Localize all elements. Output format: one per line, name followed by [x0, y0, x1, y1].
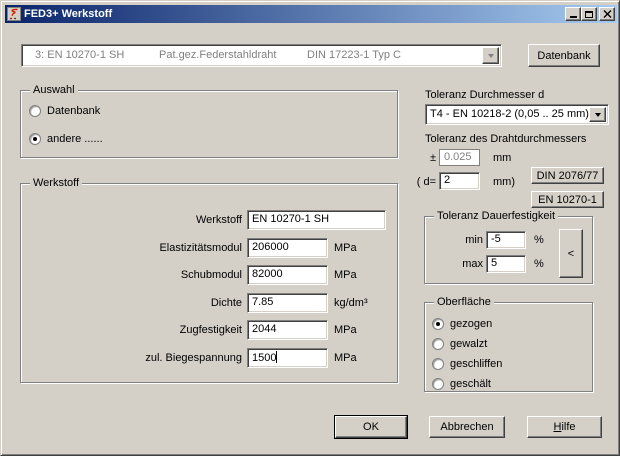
radio-icon[interactable] — [432, 378, 444, 390]
minimize-icon — [570, 16, 577, 18]
radio-label: geschliffen — [450, 358, 502, 370]
maximize-icon — [585, 11, 593, 18]
material-combo-dropdown-button[interactable] — [482, 47, 499, 64]
radio-icon[interactable] — [432, 318, 444, 330]
elastizitaetsmodul-label: Elastizitätsmodul — [27, 242, 242, 255]
werkstoff-group: Werkstoff Werkstoff EN 10270-1 SH Elasti… — [20, 183, 398, 383]
elastizitaetsmodul-input[interactable]: 206000 — [247, 238, 328, 258]
elastizitaetsmodul-unit: MPa — [334, 242, 357, 255]
oberflaeche-group: Oberfläche gezogen gewalzt geschliffen g… — [424, 302, 593, 392]
radio-option-geschaelt[interactable]: geschält — [432, 377, 491, 391]
material-combobox[interactable]: 3: EN 10270-1 SH Pat.gez.Federstahldraht… — [21, 44, 502, 67]
window-title: FED3+ Werkstoff — [24, 5, 565, 23]
en-10270-button[interactable]: EN 10270-1 — [531, 191, 604, 208]
toleranz-wert-unit: mm — [493, 152, 511, 165]
radio-icon[interactable] — [29, 105, 41, 117]
max-unit: % — [534, 258, 544, 271]
drahtdurchmesser-label: Toleranz des Drahtdurchmessers — [425, 133, 586, 146]
radio-option-andere[interactable]: andere ...... — [29, 132, 103, 146]
maximize-button[interactable] — [581, 7, 597, 21]
min-label: min — [443, 234, 483, 247]
radio-option-datenbank[interactable]: Datenbank — [29, 104, 100, 118]
chevron-down-icon — [595, 113, 601, 117]
radio-label: gezogen — [450, 318, 492, 330]
chevron-down-icon — [488, 54, 494, 58]
min-input[interactable]: -5 — [486, 231, 526, 249]
werkstoff-group-title: Werkstoff — [30, 177, 82, 190]
max-input[interactable]: 5 — [486, 255, 526, 273]
radio-icon[interactable] — [432, 338, 444, 350]
title-bar: FED3+ Werkstoff — [5, 5, 617, 23]
toleranz-combobox[interactable]: T4 - EN 10218-2 (0,05 .. 25 mm) — [425, 104, 609, 125]
dauerfestigkeit-group: Toleranz Dauerfestigkeit min -5 % max 5 … — [424, 216, 593, 284]
app-icon — [7, 7, 21, 21]
minimize-button[interactable] — [565, 7, 581, 21]
radio-label: andere ...... — [47, 133, 103, 145]
din-2076-button[interactable]: DIN 2076/77 — [531, 167, 604, 184]
ok-button-default-ring: OK — [334, 415, 408, 439]
zugfestigkeit-input[interactable]: 2044 — [247, 320, 328, 340]
cancel-button[interactable]: Abbrechen — [429, 416, 505, 438]
text-caret — [276, 351, 277, 363]
oberflaeche-group-title: Oberfläche — [434, 296, 494, 309]
dialog-window: FED3+ Werkstoff 3: EN 10270-1 SH Pat.gez… — [0, 0, 620, 456]
schubmodul-label: Schubmodul — [27, 269, 242, 282]
plusminus-sign: ± — [419, 152, 436, 165]
werkstoff-label: Werkstoff — [27, 214, 242, 227]
help-button[interactable]: Hilfe — [527, 416, 602, 438]
ok-button[interactable]: OK — [335, 416, 407, 438]
radio-option-gezogen[interactable]: gezogen — [432, 317, 492, 331]
zugfestigkeit-unit: MPa — [334, 324, 357, 337]
werkstoff-input[interactable]: EN 10270-1 SH — [247, 210, 386, 230]
toleranz-wert-input[interactable]: 0.025 — [439, 149, 480, 166]
material-combo-standard: DIN 17223-1 Typ C — [307, 49, 401, 61]
radio-label: geschält — [450, 378, 491, 390]
datenbank-button[interactable]: Datenbank — [528, 44, 600, 67]
dauerfestigkeit-group-title: Toleranz Dauerfestigkeit — [434, 210, 558, 223]
dichte-unit: kg/dm³ — [334, 297, 368, 310]
radio-label: Datenbank — [47, 105, 100, 117]
radio-icon[interactable] — [29, 133, 41, 145]
max-label: max — [443, 258, 483, 271]
schubmodul-unit: MPa — [334, 269, 357, 282]
biegespannung-unit: MPa — [334, 352, 357, 365]
schubmodul-input[interactable]: 82000 — [247, 265, 328, 285]
radio-option-gewalzt[interactable]: gewalzt — [432, 337, 487, 351]
auswahl-group: Auswahl Datenbank andere ...... — [20, 90, 398, 158]
biegespannung-label: zul. Biegespannung — [27, 352, 242, 365]
toleranz-combo-dropdown-button[interactable] — [589, 107, 606, 122]
drahtdurchmesser-input[interactable]: 2 — [439, 172, 480, 190]
zugfestigkeit-label: Zugfestigkeit — [27, 324, 242, 337]
back-arrow-button[interactable]: < — [559, 229, 583, 278]
dichte-label: Dichte — [27, 297, 242, 310]
min-unit: % — [534, 234, 544, 247]
close-button[interactable] — [599, 7, 615, 21]
biegespannung-input[interactable]: 1500 — [247, 348, 328, 368]
radio-icon[interactable] — [432, 358, 444, 370]
auswahl-group-title: Auswahl — [30, 84, 78, 97]
d-unit: mm) — [493, 176, 515, 189]
toleranz-combo-value: T4 - EN 10218-2 (0,05 .. 25 mm) — [430, 108, 589, 120]
radio-option-geschliffen[interactable]: geschliffen — [432, 357, 502, 371]
material-combo-type: Pat.gez.Federstahldraht — [159, 49, 276, 61]
dichte-input[interactable]: 7.85 — [247, 293, 328, 313]
close-icon — [603, 10, 612, 18]
radio-label: gewalzt — [450, 338, 487, 350]
toleranz-durchmesser-label: Toleranz Durchmesser d — [425, 89, 544, 102]
material-combo-id: 3: EN 10270-1 SH — [35, 49, 124, 61]
d-prefix: ( d= — [415, 176, 436, 189]
